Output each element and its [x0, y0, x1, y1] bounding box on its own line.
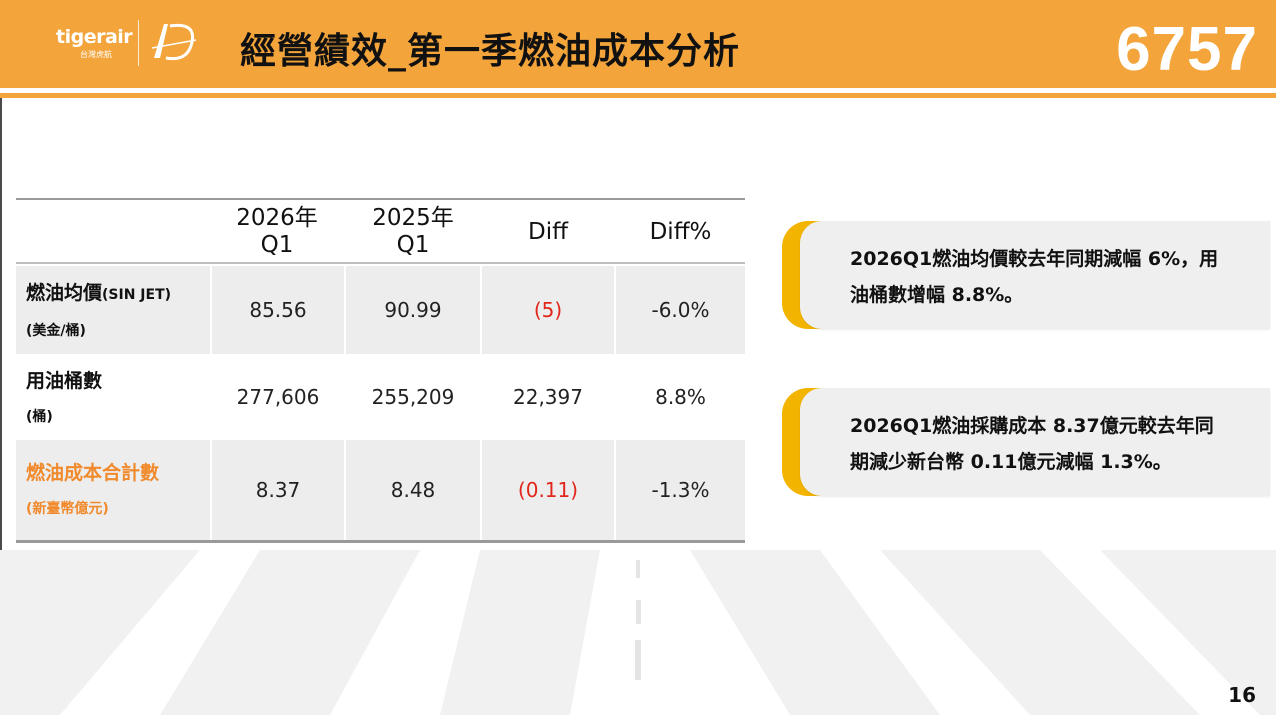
cell-value: 85.56	[249, 298, 307, 322]
table-row-fuel-barrels: 用油桶數 (桶) 277,606 255,209 22,397 8.8%	[16, 354, 745, 440]
column-header-line: 2026年	[236, 205, 318, 231]
logo-text: tigerair	[56, 26, 133, 48]
row-label-unit: (桶)	[26, 409, 53, 425]
header-underline	[0, 93, 1276, 98]
company-logo: tigerair 台灣虎航	[52, 18, 202, 68]
row-label-unit: (美金/桶)	[26, 323, 86, 339]
header-bar: tigerair 台灣虎航 經營績效_第一季燃油成本分析 6757	[0, 0, 1276, 88]
cell-value: 8.37	[255, 478, 301, 502]
page-number: 16	[1228, 683, 1256, 707]
table-bottom-rule	[16, 540, 745, 543]
header-bottom-rule	[16, 262, 745, 264]
cell-value: 8.8%	[655, 385, 706, 409]
column-header-line: Q1	[396, 232, 430, 258]
table-header-row: 2026年 Q1 2025年 Q1 Diff Diff%	[16, 200, 745, 264]
column-header-line: Diff	[528, 218, 568, 245]
cell-value: 277,606	[236, 385, 320, 409]
cell-value-negative: (5)	[533, 298, 563, 322]
column-header-diff-percent: Diff%	[616, 200, 745, 264]
cell-value: 255,209	[371, 385, 455, 409]
row-label: 用油桶數 (桶)	[26, 364, 102, 434]
column-header-2026q1: 2026年 Q1	[212, 200, 342, 264]
cell-value: -6.0%	[651, 298, 710, 322]
stock-code: 6757	[1116, 15, 1258, 84]
cell-value: 8.48	[390, 478, 436, 502]
cell-value: -1.3%	[651, 478, 710, 502]
callout-text: 2026Q1燃油均價較去年同期減幅 6%，用 油桶數增幅 8.8%。	[850, 241, 1260, 313]
column-header-line: 2025年	[372, 205, 454, 231]
callout-box: 2026Q1燃油均價較去年同期減幅 6%，用 油桶數增幅 8.8%。	[800, 221, 1270, 329]
column-header-2025q1: 2025年 Q1	[346, 200, 480, 264]
anniversary-10-icon	[151, 23, 197, 61]
table-row-fuel-cost-total: 燃油成本合計數 (新臺幣億元) 8.37 8.48 (0.11) -1.3%	[16, 440, 745, 540]
row-label-main: 用油桶數	[26, 370, 103, 392]
table-row-fuel-price: 燃油均價(SIN JET) (美金/桶) 85.56 90.99 (5) -6.…	[16, 266, 745, 354]
runway-background-graphic	[0, 550, 1276, 715]
cell-value-negative: (0.11)	[517, 478, 579, 502]
cell-value: 90.99	[384, 298, 442, 322]
callout-text-line: 2026Q1燃油均價較去年同期減幅 6%，用	[850, 248, 1219, 270]
callout-text: 2026Q1燃油採購成本 8.37億元較去年同 期減少新台幣 0.11億元減幅 …	[850, 408, 1260, 480]
logo-subtext: 台灣虎航	[80, 50, 112, 59]
row-label-main: 燃油均價	[26, 282, 103, 304]
row-label-main: 燃油成本合計數	[26, 462, 160, 484]
cell-value: 22,397	[513, 385, 583, 409]
callout-text-line: 期減少新台幣 0.11億元減幅 1.3%。	[850, 451, 1172, 473]
row-label-suffix: (SIN JET)	[102, 287, 172, 303]
callout-text-line: 油桶數增幅 8.8%。	[850, 284, 1024, 306]
column-header-line: Q1	[260, 232, 294, 258]
column-header-line: Diff%	[649, 218, 712, 245]
row-label: 燃油成本合計數 (新臺幣億元)	[26, 456, 159, 526]
row-label: 燃油均價(SIN JET) (美金/桶)	[26, 276, 171, 348]
callout-fuel-price-summary: 2026Q1燃油均價較去年同期減幅 6%，用 油桶數增幅 8.8%。	[782, 221, 1270, 329]
callout-fuel-cost-summary: 2026Q1燃油採購成本 8.37億元較去年同 期減少新台幣 0.11億元減幅 …	[782, 388, 1270, 496]
column-header-diff: Diff	[482, 200, 614, 264]
page-title: 經營績效_第一季燃油成本分析	[240, 31, 741, 72]
logo-divider	[138, 20, 139, 66]
callout-box: 2026Q1燃油採購成本 8.37億元較去年同 期減少新台幣 0.11億元減幅 …	[800, 388, 1270, 496]
row-label-unit: (新臺幣億元)	[26, 501, 109, 517]
callout-text-line: 2026Q1燃油採購成本 8.37億元較去年同	[850, 415, 1214, 437]
